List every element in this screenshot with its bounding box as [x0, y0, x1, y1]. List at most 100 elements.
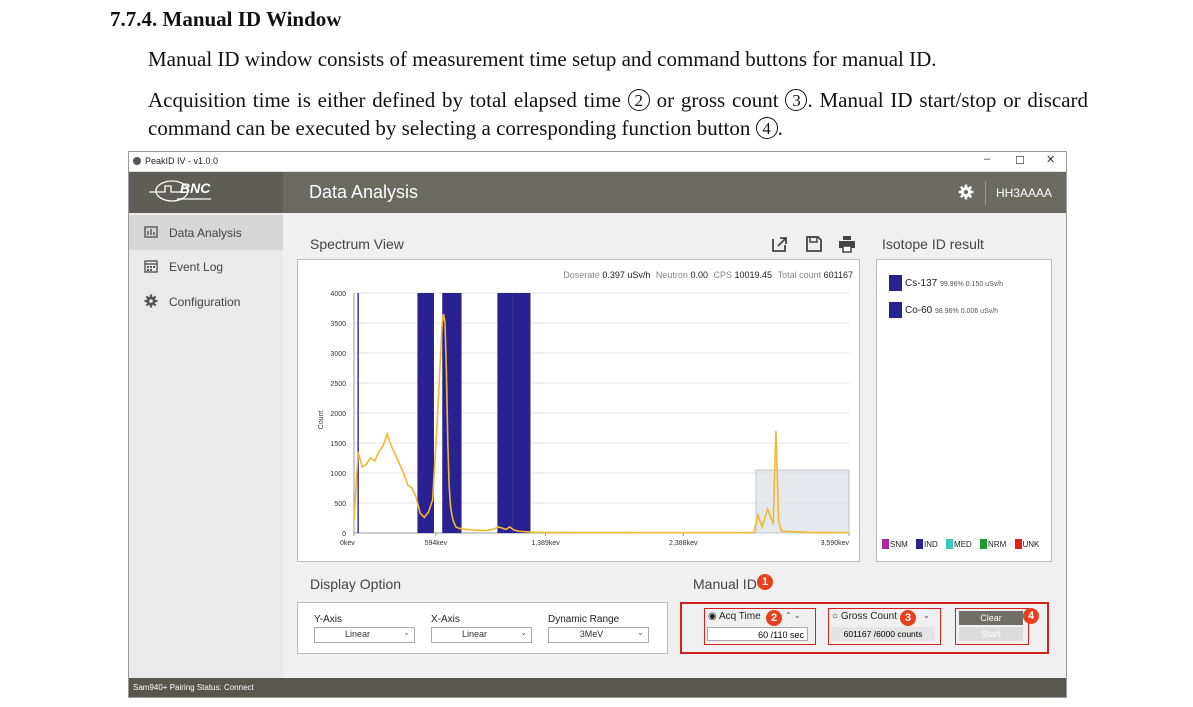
para2-part-b: or gross count — [656, 88, 779, 112]
analysis-icon — [144, 226, 158, 238]
isotope-name: Co-60 — [905, 305, 933, 316]
status-bar: Sam940+ Pairing Status: Connect — [129, 678, 1066, 697]
circled-number: 2 — [627, 89, 650, 111]
command-button-group: Clear Start 4 — [955, 608, 1039, 645]
chevron-down-icon: ⌄ — [520, 628, 527, 637]
clear-button[interactable]: Clear — [959, 611, 1023, 625]
dynamic-range-select[interactable]: 3MeV ⌄ — [548, 627, 649, 643]
isotope-detail: 99.96% 0.150 uSv/h — [940, 281, 1004, 288]
x-tick-label: 594kev — [425, 540, 448, 547]
y-tick-label: 4000 — [330, 291, 346, 298]
gross-count-field[interactable]: 601167 /6000 counts — [831, 627, 935, 641]
y-tick-label: 2500 — [330, 381, 346, 388]
para2-part-a: Acquisition time is either defined by to… — [148, 88, 621, 112]
y-axis-label: Count — [318, 411, 325, 430]
display-option-panel: Y-Axis Linear ⌄ X-Axis Linear ⌄ Dynamic Ra… — [297, 602, 668, 654]
app-window: PeakID IV - v1.0.0 – ☐ ✕ BNC Data Analys… — [128, 151, 1067, 698]
spectrum-view-label: Spectrum View — [310, 236, 404, 252]
x-axis-select[interactable]: Linear ⌄ — [431, 627, 532, 643]
roi-region — [357, 293, 359, 533]
isotope-name: Cs-137 — [905, 278, 938, 289]
sidebar-item-label: Event Log — [169, 260, 224, 274]
x-tick-label: 1,389kev — [531, 540, 560, 547]
minimize-icon[interactable]: – — [984, 153, 990, 165]
chevron-down-icon: ⌄ — [403, 628, 410, 637]
settings-gear-icon[interactable] — [958, 184, 974, 200]
isotope-result-panel: Cs-137 99.96% 0.150 uSv/h Co-60 98.96% 0… — [876, 259, 1052, 562]
acq-time-group: ◉ Acq Time 2 ⌃ ⌄ 60 /110 sec — [704, 608, 816, 645]
circled-number: 3 — [785, 89, 808, 111]
chevron-down-icon[interactable]: ⌄ — [923, 611, 930, 620]
category-legend: SNM IND MED NRM UNK — [882, 539, 1039, 549]
radio-selected-icon: ◉ — [708, 611, 717, 622]
sidebar-item-data-analysis[interactable]: Data Analysis — [129, 215, 283, 250]
roi-region — [497, 293, 513, 533]
isotope-result-item: Co-60 98.96% 0.006 uSv/h — [889, 302, 999, 318]
y-tick-label: 1000 — [330, 471, 346, 478]
zoom-preview-box — [755, 469, 850, 534]
app-header: Data Analysis HH3AAAA — [283, 172, 1066, 213]
y-tick-label: 3500 — [330, 321, 346, 328]
sidebar-item-label: Configuration — [169, 295, 241, 309]
legend-item-ind: IND — [916, 539, 938, 549]
display-option-label: Display Option — [310, 576, 402, 592]
chevron-down-icon: ⌄ — [637, 628, 644, 637]
y-axis-value: Linear — [344, 629, 371, 639]
save-icon[interactable] — [805, 235, 823, 253]
sidebar-item-event-log[interactable]: Event Log — [129, 249, 283, 284]
x-tick-label: 3,590kev — [821, 540, 850, 547]
callout-badge-4: 4 — [1023, 608, 1039, 624]
sidebar-item-configuration[interactable]: Configuration — [129, 284, 283, 319]
title-bar: PeakID IV - v1.0.0 – ☐ ✕ — [129, 152, 1066, 172]
legend-item-snm: SNM — [882, 539, 908, 549]
x-tick-label: 2,388kev — [669, 540, 698, 547]
y-tick-label: 500 — [334, 501, 346, 508]
para2-part-d: . — [777, 116, 783, 140]
y-tick-label: 2000 — [330, 411, 346, 418]
roi-region — [512, 293, 531, 533]
x-axis-value: Linear — [461, 629, 488, 639]
manual-id-label: Manual ID — [693, 576, 757, 592]
page-title: Data Analysis — [309, 182, 419, 202]
paragraph-2: Acquisition time is either defined by to… — [148, 86, 1088, 142]
app-icon — [133, 157, 141, 165]
spectrum-plot: 0 500 1000 1500 2000 2500 3000 3500 4000 Count 0ke… — [318, 291, 850, 547]
y-tick-label: 3000 — [330, 351, 346, 358]
y-tick-label: 1500 — [330, 441, 346, 448]
sidebar-item-label: Data Analysis — [169, 226, 242, 240]
radio-unselected-icon: ○ — [832, 611, 839, 622]
logo-area: BNC — [129, 172, 283, 213]
y-tick-label: 0 — [342, 531, 346, 538]
print-icon[interactable] — [838, 235, 856, 253]
main-content: Spectrum View Isotope ID result Doserate… — [283, 213, 1066, 678]
circled-number: 4 — [755, 117, 778, 139]
gross-count-label: Gross Count — [840, 611, 897, 622]
legend-item-unk: UNK — [1014, 539, 1039, 549]
legend-item-med: MED — [946, 539, 972, 549]
close-icon[interactable]: ✕ — [1046, 153, 1055, 166]
acq-time-radio[interactable]: ◉ Acq Time — [708, 611, 761, 622]
legend-item-nrm: NRM — [980, 539, 1006, 549]
gross-count-radio[interactable]: ○ Gross Count — [832, 611, 897, 622]
acq-time-label: Acq Time — [718, 611, 761, 622]
gross-count-group: ○ Gross Count 3 ⌄ 601167 /6000 counts — [828, 608, 941, 645]
manual-id-highlight: ◉ Acq Time 2 ⌃ ⌄ 60 /110 sec ○ Gross Cou… — [680, 602, 1049, 654]
dynamic-range-value: 3MeV — [579, 629, 604, 639]
export-icon[interactable] — [771, 235, 789, 253]
section-heading: 7.7.4. Manual ID Window — [110, 7, 342, 31]
sidebar: BNC Data Analysis Event Log Configuratio… — [129, 172, 283, 678]
y-axis-select[interactable]: Linear ⌄ — [314, 627, 415, 643]
spectrum-chart: Doserate 0.397 uSv/h Neutron 0.00 CPS 10… — [297, 259, 860, 562]
maximize-icon[interactable]: ☐ — [1015, 154, 1025, 167]
acq-time-stepper[interactable]: ⌃ ⌄ — [785, 611, 801, 620]
callout-badge-3: 3 — [900, 610, 916, 626]
dynamic-range-label: Dynamic Range — [548, 614, 620, 625]
paragraph-1: Manual ID window consists of measurement… — [148, 47, 937, 71]
callout-badge-1: 1 — [757, 574, 773, 590]
logo-text: BNC — [180, 180, 211, 196]
x-tick-label: 0kev — [340, 540, 355, 547]
acq-time-field[interactable]: 60 /110 sec — [707, 627, 808, 641]
start-button[interactable]: Start — [959, 627, 1023, 641]
isotope-swatch — [889, 302, 902, 318]
isotope-detail: 98.96% 0.006 uSv/h — [935, 308, 999, 315]
